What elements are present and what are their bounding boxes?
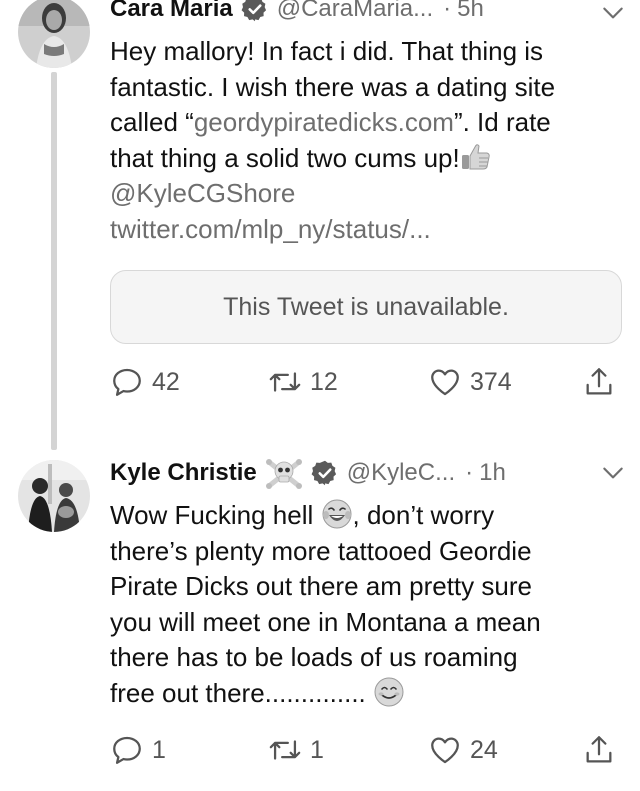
link-status[interactable]: twitter.com/mlp_ny/status/... [110, 212, 630, 248]
quoted-tweet-unavailable[interactable]: This Tweet is unavailable. [110, 270, 622, 344]
thumbs-up-emoji-icon [461, 143, 490, 169]
retweet-icon [269, 740, 301, 760]
retweet-count: 1 [310, 735, 324, 764]
retweet-count: 12 [310, 367, 338, 396]
reply-button[interactable]: 1 [110, 732, 166, 768]
tweet-kyle-christie[interactable]: Kyle Christie @KyleC... · 1h Wow Fucking… [0, 450, 640, 791]
mention-kylecgshore[interactable]: @KyleCGShore [110, 176, 630, 212]
tweet-actions: 1 1 24 [110, 732, 630, 768]
retweet-icon [269, 372, 301, 392]
tweet-header: Cara Maria @CaraMaria... · 5h [110, 0, 630, 24]
author-name[interactable]: Kyle Christie [110, 459, 257, 487]
share-button[interactable] [582, 732, 624, 768]
share-icon [586, 736, 612, 763]
text-line: that thing a solid two cums up! [110, 141, 630, 177]
tweet-actions: 42 12 374 [110, 364, 630, 400]
laughing-tears-emoji-icon [322, 499, 351, 529]
tweet-cara-maria[interactable]: Cara Maria @CaraMaria... · 5h Hey mallor… [0, 0, 640, 440]
tweet-text: Hey mallory! In fact i did. That thing i… [110, 34, 630, 247]
share-button[interactable] [582, 364, 624, 400]
like-count: 24 [470, 735, 498, 764]
text-line: Wow Fucking hell , don’t worry [110, 499, 495, 530]
like-count: 374 [470, 367, 512, 396]
reply-icon [113, 736, 141, 764]
link-geordypiratedicks[interactable]: geordypiratedicks.com [194, 107, 454, 137]
reply-button[interactable]: 42 [110, 364, 180, 400]
tweet-text: Wow Fucking hell , don’t worry there’s p… [110, 498, 630, 711]
timestamp[interactable]: 5h [457, 0, 484, 23]
text-line: free out there.............. [110, 676, 630, 712]
share-icon [586, 368, 612, 395]
like-button[interactable]: 374 [428, 364, 512, 400]
smiling-face-emoji-icon [374, 677, 404, 706]
text-line: Hey mallory! In fact i did. That thing i… [110, 36, 544, 66]
reply-count: 1 [152, 735, 166, 764]
text-line: fantastic. I wish there was a dating sit… [110, 71, 556, 102]
text-line: Pirate Dicks out there am pretty sure [110, 571, 532, 601]
avatar[interactable] [18, 460, 90, 532]
author-name[interactable]: Cara Maria [110, 0, 233, 23]
separator-dot: · [443, 0, 452, 22]
heart-icon [431, 737, 459, 764]
timestamp[interactable]: 1h [479, 459, 506, 487]
skull-crossbones-icon [265, 459, 302, 489]
text-line: you will meet one in Montana a mean [110, 606, 541, 637]
like-button[interactable]: 24 [428, 732, 498, 768]
retweet-button[interactable]: 1 [268, 732, 324, 768]
heart-icon [431, 369, 459, 396]
chevron-down-icon[interactable] [600, 460, 626, 486]
text-line: called “geordypiratedicks.com”. Id rate [110, 107, 551, 137]
reply-count: 42 [152, 367, 180, 396]
verified-badge-icon [241, 0, 266, 22]
tweet-header: Kyle Christie @KyleC... · 1h [110, 458, 630, 489]
quote-unavailable-text: This Tweet is unavailable. [223, 292, 509, 321]
avatar[interactable] [18, 0, 90, 68]
separator-dot: · [465, 459, 474, 486]
reply-icon [113, 368, 141, 396]
author-handle[interactable]: @CaraMaria... [277, 0, 433, 23]
text-line: there’s plenty more tattooed Geordie [110, 535, 532, 566]
author-handle[interactable]: @KyleC... [347, 459, 455, 487]
text-line: there has to be loads of us roaming [110, 642, 518, 672]
verified-badge-icon [311, 460, 336, 486]
retweet-button[interactable]: 12 [268, 364, 338, 400]
chevron-down-icon[interactable] [600, 0, 626, 26]
